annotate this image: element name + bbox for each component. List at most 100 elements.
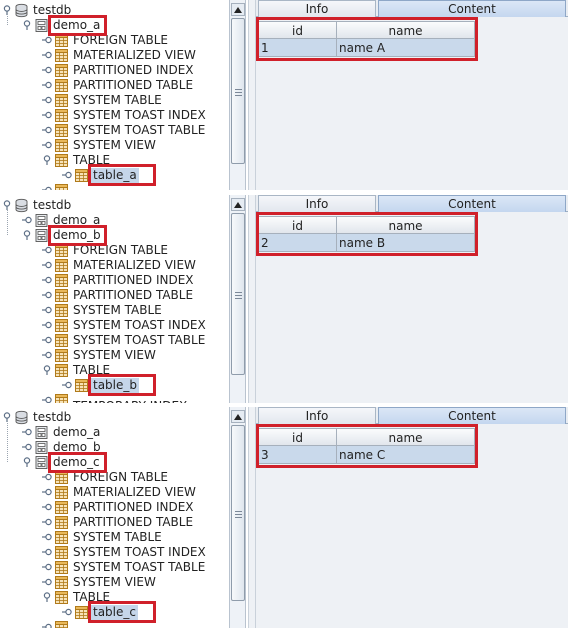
collapsed-handle-icon[interactable] — [42, 95, 52, 105]
tree-category-node[interactable]: MATERIALIZED VIEW — [0, 258, 229, 273]
collapsed-handle-icon[interactable] — [42, 290, 52, 300]
tree-category-node[interactable]: SYSTEM VIEW — [0, 575, 229, 590]
collapsed-handle-icon[interactable] — [42, 305, 52, 315]
scroll-up-button[interactable] — [231, 410, 245, 423]
collapsed-handle-icon[interactable] — [42, 532, 52, 542]
tab-content[interactable]: Content — [378, 407, 566, 424]
collapsed-handle-icon[interactable] — [42, 547, 52, 557]
expanded-handle-icon[interactable] — [22, 20, 32, 30]
tree-category-node[interactable]: PARTITIONED INDEX — [0, 63, 229, 78]
tree-category-node[interactable]: SYSTEM VIEW — [0, 348, 229, 363]
collapsed-handle-icon[interactable] — [42, 320, 52, 330]
collapsed-handle-icon[interactable] — [62, 170, 72, 180]
tree-category-node[interactable]: PARTITIONED TABLE — [0, 78, 229, 93]
tree-category-node[interactable]: MATERIALIZED VIEW — [0, 485, 229, 500]
collapsed-handle-icon[interactable] — [22, 215, 32, 225]
expanded-handle-icon[interactable] — [42, 592, 52, 602]
tree-category-node[interactable]: SYSTEM TABLE — [0, 93, 229, 108]
collapsed-handle-icon[interactable] — [42, 502, 52, 512]
content-grid[interactable]: id name 2 name B — [256, 212, 478, 256]
collapsed-handle-icon[interactable] — [42, 562, 52, 572]
tree-schema-node[interactable]: demo_a — [0, 213, 229, 228]
collapsed-handle-icon[interactable] — [62, 380, 72, 390]
tree-category-node[interactable]: PARTITIONED TABLE — [0, 515, 229, 530]
collapsed-handle-icon[interactable] — [42, 245, 52, 255]
tree-node-label: SYSTEM TABLE — [73, 530, 162, 544]
split-pane-divider[interactable] — [248, 407, 256, 628]
collapsed-handle-icon[interactable] — [42, 275, 52, 285]
tree-category-node[interactable]: FOREIGN TABLE — [0, 33, 229, 48]
tree-category-node[interactable]: FOREIGN TABLE — [0, 470, 229, 485]
tab-info[interactable]: Info — [258, 195, 376, 212]
collapsed-handle-icon[interactable] — [42, 350, 52, 360]
table-icon — [54, 153, 69, 168]
tab-content[interactable]: Content — [378, 0, 566, 17]
tree-schema-node[interactable]: demo_c — [0, 455, 229, 470]
content-grid[interactable]: id name 3 name C — [256, 424, 478, 468]
scroll-up-button[interactable] — [231, 198, 245, 211]
scroll-thumb[interactable] — [231, 425, 245, 601]
tree-category-node[interactable]: SYSTEM TABLE — [0, 530, 229, 545]
collapsed-handle-icon[interactable] — [42, 487, 52, 497]
expanded-handle-icon[interactable] — [42, 155, 52, 165]
tab-content[interactable]: Content — [378, 195, 566, 212]
tree-category-node[interactable]: MATERIALIZED VIEW — [0, 48, 229, 63]
collapsed-handle-icon[interactable] — [42, 50, 52, 60]
tree-category-node[interactable]: SYSTEM TOAST TABLE — [0, 123, 229, 138]
tree-category-node[interactable]: SYSTEM TOAST INDEX — [0, 545, 229, 560]
scroll-thumb[interactable] — [231, 18, 245, 164]
collapsed-handle-icon[interactable] — [42, 260, 52, 270]
collapsed-handle-icon[interactable] — [42, 577, 52, 587]
tree-scrollbar[interactable] — [229, 195, 246, 403]
tree-category-node[interactable]: FOREIGN TABLE — [0, 243, 229, 258]
tree-root-node[interactable]: testdb — [0, 410, 229, 425]
tab-info[interactable]: Info — [258, 0, 376, 17]
split-pane-divider[interactable] — [248, 195, 256, 403]
tree-node-label: SYSTEM VIEW — [73, 138, 156, 152]
tab-info[interactable]: Info — [258, 407, 376, 424]
collapsed-handle-icon[interactable] — [42, 140, 52, 150]
tree-category-node[interactable]: SYSTEM TABLE — [0, 303, 229, 318]
expanded-handle-icon[interactable] — [22, 230, 32, 240]
scroll-up-button[interactable] — [231, 3, 245, 16]
tree-category-node[interactable]: PARTITIONED INDEX — [0, 500, 229, 515]
table-icon — [54, 138, 69, 153]
scroll-grip-line — [235, 298, 242, 299]
collapsed-handle-icon[interactable] — [42, 335, 52, 345]
object-tree[interactable]: testdb demo_a FOREIGN TABLE MATERIALIZED VI… — [0, 0, 229, 190]
tree-scrollbar[interactable] — [229, 407, 246, 628]
expanded-handle-icon[interactable] — [42, 365, 52, 375]
tree-category-node[interactable]: SYSTEM TOAST TABLE — [0, 560, 229, 575]
split-pane-divider[interactable] — [248, 0, 256, 190]
collapsed-handle-icon[interactable] — [42, 622, 52, 628]
collapsed-handle-icon[interactable] — [42, 35, 52, 45]
collapsed-handle-icon[interactable] — [22, 427, 32, 437]
expanded-handle-icon[interactable] — [22, 457, 32, 467]
collapsed-handle-icon[interactable] — [42, 65, 52, 75]
collapsed-handle-icon[interactable] — [62, 607, 72, 617]
tree-schema-node[interactable]: demo_b — [0, 440, 229, 455]
tree-category-node[interactable]: SYSTEM TOAST TABLE — [0, 333, 229, 348]
tree-root-node[interactable]: testdb — [0, 198, 229, 213]
collapsed-handle-icon[interactable] — [42, 395, 52, 403]
content-grid[interactable]: id name 1 name A — [256, 17, 478, 61]
tree-category-node[interactable]: SYSTEM TOAST INDEX — [0, 318, 229, 333]
tree-category-node[interactable]: PARTITIONED INDEX — [0, 273, 229, 288]
tree-category-node[interactable]: PARTITIONED TABLE — [0, 288, 229, 303]
collapsed-handle-icon[interactable] — [22, 442, 32, 452]
tree-root-node[interactable]: testdb — [0, 3, 229, 18]
tree-schema-node[interactable]: demo_b — [0, 228, 229, 243]
collapsed-handle-icon[interactable] — [42, 110, 52, 120]
object-tree[interactable]: testdb demo_a demo_b FOREIGN TABLE MATERIALI… — [0, 195, 229, 403]
collapsed-handle-icon[interactable] — [42, 472, 52, 482]
tree-category-node[interactable]: SYSTEM TOAST INDEX — [0, 108, 229, 123]
collapsed-handle-icon[interactable] — [42, 517, 52, 527]
collapsed-handle-icon[interactable] — [42, 80, 52, 90]
scroll-thumb[interactable] — [231, 213, 245, 375]
tree-category-node[interactable]: SYSTEM VIEW — [0, 138, 229, 153]
tree-schema-node[interactable]: demo_a — [0, 425, 229, 440]
tree-schema-node[interactable]: demo_a — [0, 18, 229, 33]
collapsed-handle-icon[interactable] — [42, 125, 52, 135]
object-tree[interactable]: testdb demo_a demo_b demo_c FOREIGN TABLE MAT… — [0, 407, 229, 628]
tree-scrollbar[interactable] — [229, 0, 246, 190]
